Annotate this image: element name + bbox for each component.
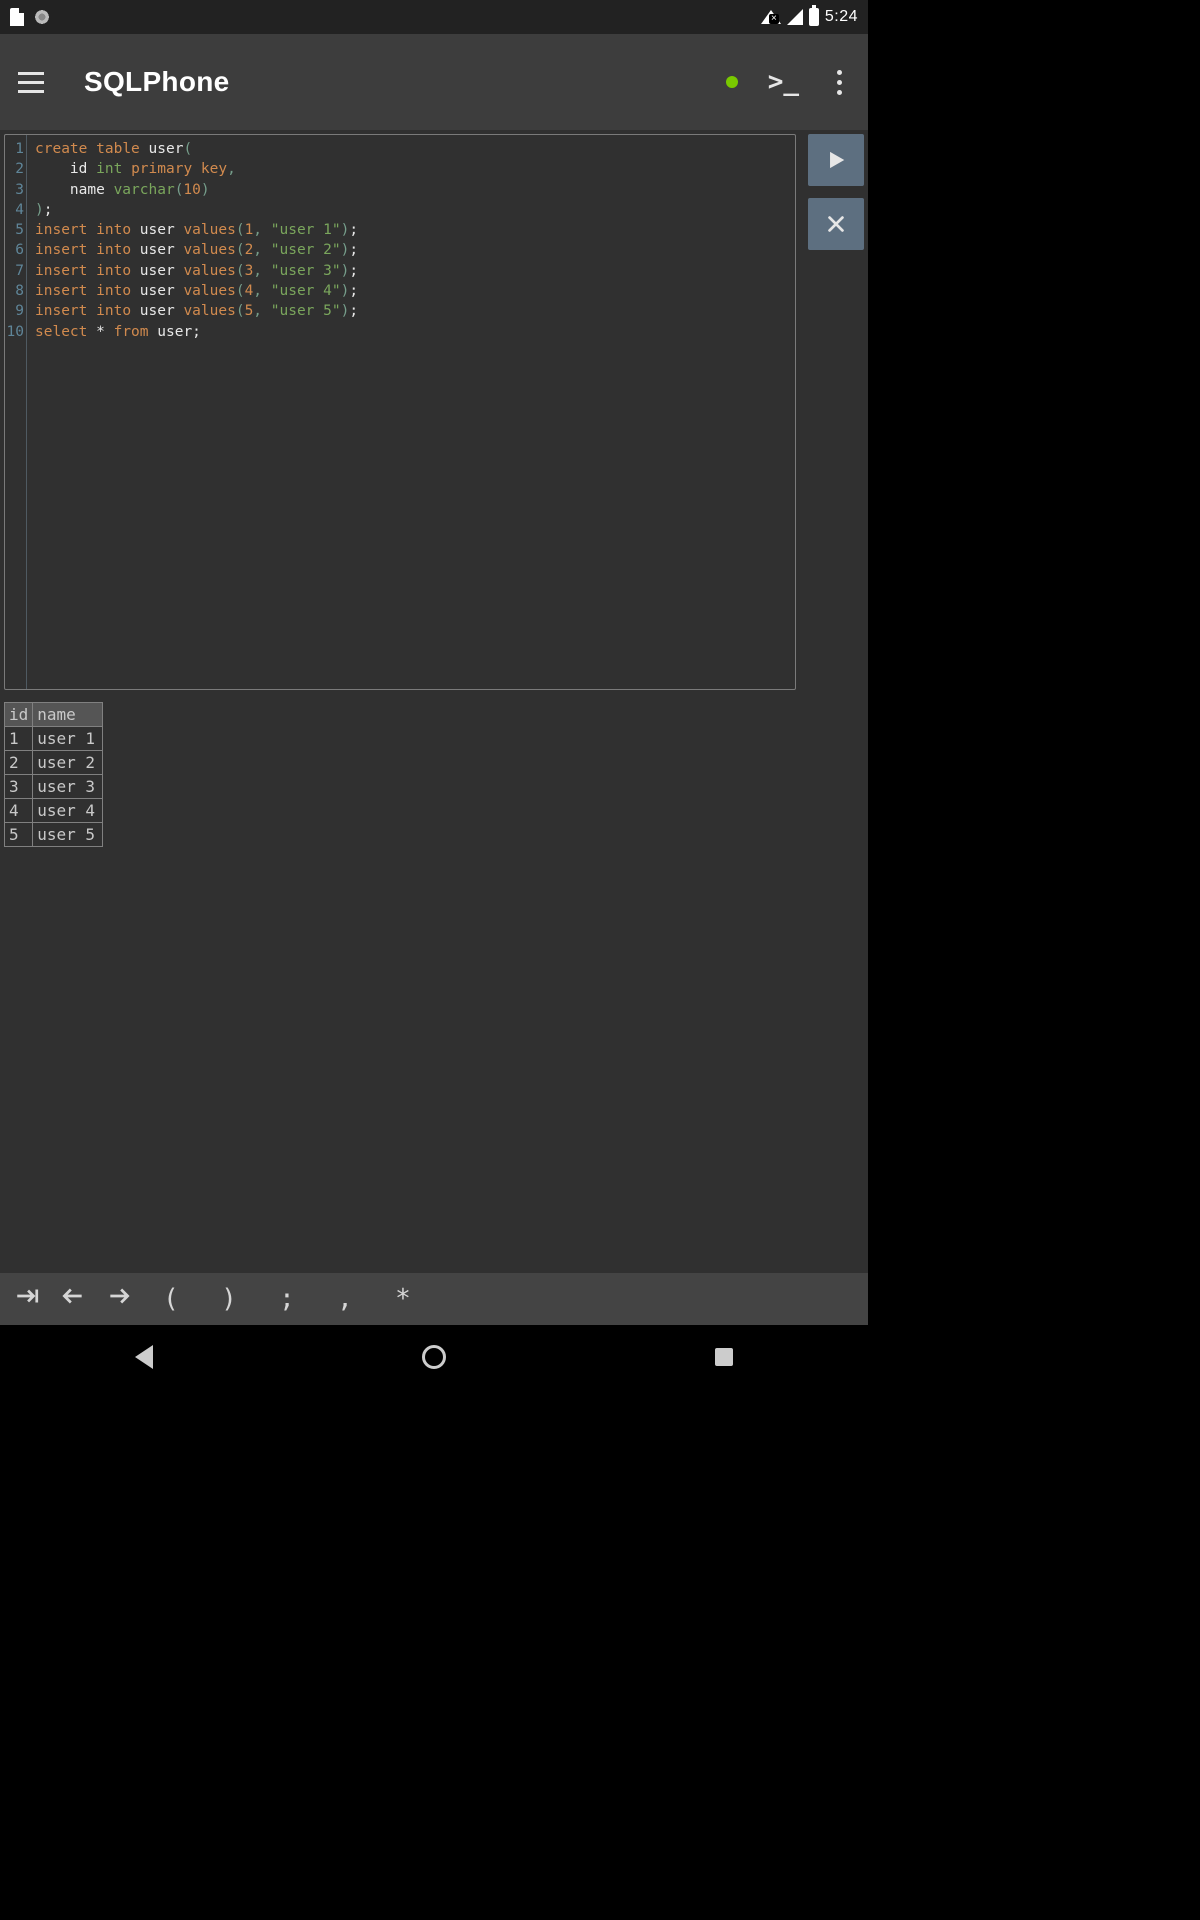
result-table: idname1user 12user 23user 34user 45user … xyxy=(4,702,103,847)
table-row: 3user 3 xyxy=(5,775,103,799)
nav-bar xyxy=(0,1325,868,1389)
arrow-left-key[interactable] xyxy=(60,1283,86,1315)
app-title: SQLPhone xyxy=(84,66,230,98)
sdcard-icon xyxy=(10,8,24,26)
main-area: 12345678910 create table user( id int pr… xyxy=(0,130,868,1273)
column-header: id xyxy=(5,703,33,727)
more-options-button[interactable] xyxy=(829,70,850,95)
comma-key[interactable]: , xyxy=(326,1284,364,1314)
line-gutter: 12345678910 xyxy=(5,135,27,689)
code-area[interactable]: create table user( id int primary key, n… xyxy=(27,135,795,689)
sql-editor[interactable]: 12345678910 create table user( id int pr… xyxy=(4,134,796,690)
table-row: 1user 1 xyxy=(5,727,103,751)
arrow-right-key[interactable] xyxy=(106,1283,132,1315)
battery-icon xyxy=(809,8,819,26)
app-bar: SQLPhone >_ xyxy=(0,34,868,130)
sync-icon xyxy=(34,9,50,25)
nav-back-button[interactable] xyxy=(135,1345,153,1369)
connection-status-dot xyxy=(726,76,738,88)
lparen-key[interactable]: ( xyxy=(152,1284,190,1314)
menu-button[interactable] xyxy=(18,72,44,93)
nav-home-button[interactable] xyxy=(422,1345,446,1369)
symbol-toolbar: ( ) ; , * xyxy=(0,1273,868,1325)
column-header: name xyxy=(33,703,103,727)
run-button[interactable] xyxy=(808,134,864,186)
cell-signal-icon xyxy=(787,9,803,25)
table-row: 5user 5 xyxy=(5,823,103,847)
tab-key[interactable] xyxy=(14,1283,40,1315)
status-bar: 5:24 xyxy=(0,0,868,34)
nav-recent-button[interactable] xyxy=(715,1348,733,1366)
console-button[interactable]: >_ xyxy=(768,67,799,97)
asterisk-key[interactable]: * xyxy=(384,1284,422,1314)
semicolon-key[interactable]: ; xyxy=(268,1284,306,1314)
table-row: 4user 4 xyxy=(5,799,103,823)
result-panel: idname1user 12user 23user 34user 45user … xyxy=(4,702,864,847)
table-row: 2user 2 xyxy=(5,751,103,775)
close-button[interactable] xyxy=(808,198,864,250)
rparen-key[interactable]: ) xyxy=(210,1284,248,1314)
clock: 5:24 xyxy=(825,8,858,26)
wifi-icon xyxy=(761,10,781,24)
